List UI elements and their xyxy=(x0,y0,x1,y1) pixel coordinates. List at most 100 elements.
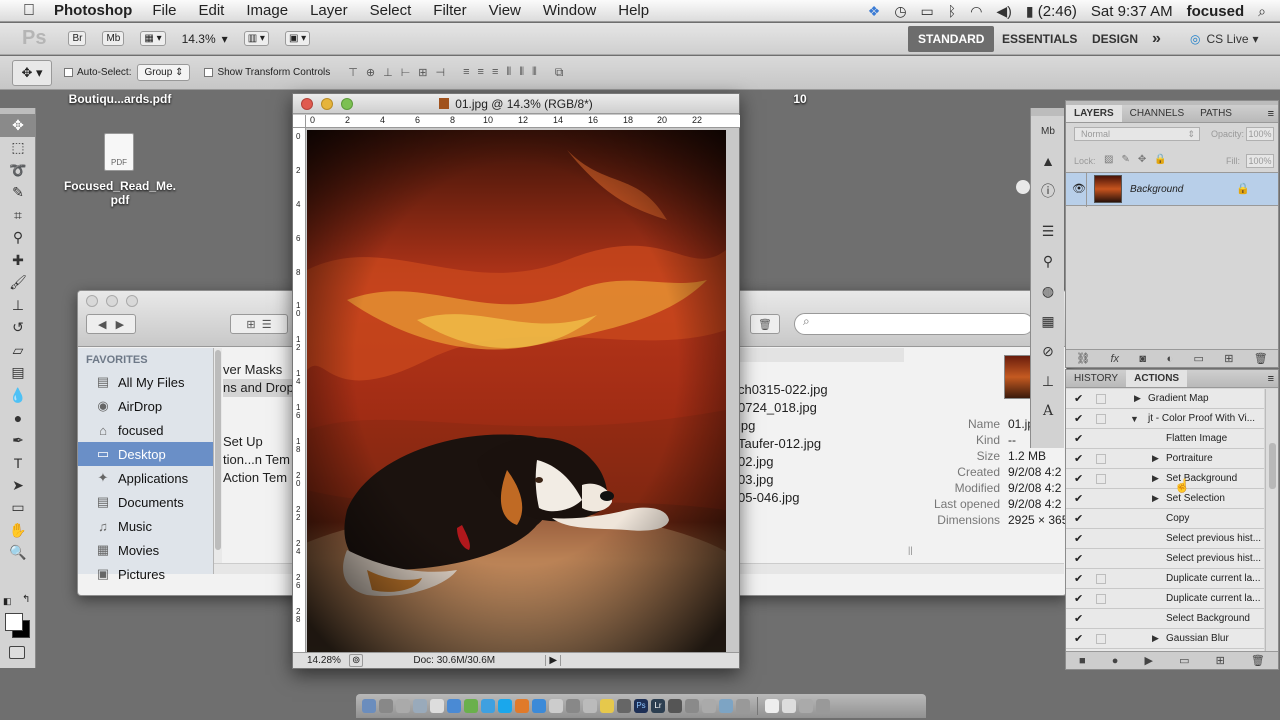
action-toggle-check-icon[interactable]: ✔ xyxy=(1074,492,1083,505)
action-toggle-check-icon[interactable]: ✔ xyxy=(1074,452,1083,465)
dodge-tool-icon[interactable]: ● xyxy=(0,407,36,430)
gradient-tool-icon[interactable]: ▤ xyxy=(0,362,36,385)
horizontal-ruler[interactable]: 0 2 4 6 8 10 12 14 16 18 20 22 xyxy=(306,115,740,128)
history-brush-tool-icon[interactable]: ↺ xyxy=(0,317,36,340)
opacity-field[interactable]: 100% xyxy=(1246,127,1274,141)
fill-field[interactable]: 100% xyxy=(1246,154,1274,168)
new-action-icon[interactable]: ⊞ xyxy=(1216,654,1225,667)
documents-stack-dock-icon[interactable] xyxy=(765,699,779,713)
list-item[interactable]: 0724_018.jpg xyxy=(738,399,828,417)
workspace-more-icon[interactable]: » xyxy=(1152,26,1161,52)
action-row[interactable]: ✔ Duplicate current la... xyxy=(1066,569,1264,589)
zoom-tool-icon[interactable]: 🔍 xyxy=(0,542,36,565)
tab-layers[interactable]: LAYERS xyxy=(1066,105,1122,122)
action-row[interactable]: ✔ Select Background xyxy=(1066,609,1264,629)
preview-dock-icon[interactable] xyxy=(549,699,563,713)
action-row[interactable]: ✔ ▶ Set Background xyxy=(1066,469,1264,489)
menu-window[interactable]: Window xyxy=(543,2,596,19)
new-set-icon[interactable]: ▭ xyxy=(1179,654,1189,667)
launchpad-dock-icon[interactable] xyxy=(379,699,393,713)
move-tool-preset-button[interactable]: ✥ ▾ xyxy=(12,59,52,86)
mini-bridge-button[interactable]: Mb xyxy=(102,31,125,46)
action-expand-icon[interactable]: ▶ xyxy=(1134,393,1141,404)
action-row[interactable]: ✔ ▼ jt - Color Proof With Vi... xyxy=(1066,409,1264,429)
new-group-icon[interactable]: ▭ xyxy=(1193,352,1203,365)
menu-edit[interactable]: Edit xyxy=(199,2,225,19)
facetime-dock-icon[interactable] xyxy=(481,699,495,713)
ruler-corner[interactable] xyxy=(293,115,306,128)
styles-icon[interactable]: ▦ xyxy=(1031,306,1065,336)
sidebar-item-music[interactable]: ♫ Music xyxy=(78,514,213,538)
action-toggle-check-icon[interactable]: ✔ xyxy=(1074,552,1083,565)
menu-file[interactable]: File xyxy=(152,2,176,19)
eraser-tool-icon[interactable]: ▱ xyxy=(0,339,36,362)
action-row[interactable]: ✔ ▶ Gaussian Blur xyxy=(1066,629,1264,649)
action-toggle-check-icon[interactable]: ✔ xyxy=(1074,392,1083,405)
doc-minimize-button[interactable] xyxy=(321,98,333,110)
crop-tool-icon[interactable]: ⌗ xyxy=(0,204,36,227)
action-expand-icon[interactable]: ▶ xyxy=(1152,493,1159,504)
sidebar-item-airdrop[interactable]: ◉ AirDrop xyxy=(78,394,213,418)
folder-stack-dock-icon[interactable] xyxy=(799,699,813,713)
move-tool-icon[interactable]: ✥ xyxy=(0,114,36,137)
list-item[interactable]: ns and Drop xyxy=(223,379,294,397)
desktop-file-boutique[interactable]: Boutiqu...ards.pdf xyxy=(60,92,180,106)
finder-dock-icon[interactable] xyxy=(362,699,376,713)
layer-visibility-eye-icon[interactable]: 👁 xyxy=(1072,182,1086,195)
lightroom-dock-icon[interactable]: Lr xyxy=(651,699,665,713)
status-menu-arrow-icon[interactable]: ▶ xyxy=(545,655,562,666)
align-hcenter-icon[interactable]: ⊞ xyxy=(418,66,427,79)
delete-action-icon[interactable]: 🗑 xyxy=(1251,654,1265,667)
list-item[interactable]: Set Up xyxy=(223,433,294,451)
menu-help[interactable]: Help xyxy=(618,2,649,19)
wifi-icon[interactable]: ◠ xyxy=(970,3,982,20)
type-tool-icon[interactable]: T xyxy=(0,452,36,475)
spotlight-icon[interactable]: ⌕ xyxy=(1258,3,1266,20)
mail-dock-icon[interactable] xyxy=(413,699,427,713)
swatches-icon[interactable]: ◍ xyxy=(1031,276,1065,306)
list-item[interactable]: 02.jpg xyxy=(738,453,828,471)
menu-app-name[interactable]: Photoshop xyxy=(54,2,132,19)
distribute-bottom-icon[interactable]: ≡ xyxy=(492,66,498,79)
screen-mode-button[interactable]: ▣ ▾ xyxy=(284,31,311,46)
bluetooth-icon[interactable]: ᛒ xyxy=(948,3,956,19)
quick-select-tool-icon[interactable]: ✎ xyxy=(0,182,36,205)
messages-dock-icon[interactable] xyxy=(464,699,478,713)
app2-dock-icon[interactable] xyxy=(719,699,733,713)
list-item[interactable] xyxy=(223,415,294,433)
brush-presets-icon[interactable]: ⊘ xyxy=(1031,336,1065,366)
align-right-icon[interactable]: ⊣ xyxy=(436,66,446,79)
list-item[interactable]: jpg xyxy=(738,417,828,435)
trash-dock-icon[interactable] xyxy=(816,699,830,713)
sidebar-item-movies[interactable]: ▦ Movies xyxy=(78,538,213,562)
histogram-icon[interactable]: ▲ xyxy=(1031,146,1065,176)
app-dock-icon[interactable] xyxy=(617,699,631,713)
bridge-button[interactable]: Br xyxy=(68,31,87,46)
arrange-documents-button[interactable]: ▥ ▾ xyxy=(243,31,269,46)
tab-channels[interactable]: CHANNELS xyxy=(1122,105,1192,122)
workspace-standard[interactable]: STANDARD xyxy=(908,26,995,52)
lock-image-icon[interactable]: ✎ xyxy=(1121,154,1137,165)
pdf-file-icon[interactable]: PDF xyxy=(104,133,134,171)
itunes-dock-icon[interactable] xyxy=(532,699,546,713)
menu-filter[interactable]: Filter xyxy=(433,2,466,19)
align-vcenter-icon[interactable]: ⊕ xyxy=(366,66,375,79)
action-toggle-check-icon[interactable]: ✔ xyxy=(1074,632,1083,645)
finder-close-button[interactable] xyxy=(86,295,98,307)
actions-scrollbar[interactable] xyxy=(1265,389,1278,651)
action-dialog-toggle[interactable] xyxy=(1096,453,1106,464)
action-toggle-check-icon[interactable]: ✔ xyxy=(1074,512,1083,525)
tab-actions[interactable]: ACTIONS xyxy=(1126,370,1188,387)
downloads-stack-dock-icon[interactable] xyxy=(782,699,796,713)
eyedropper-tool-icon[interactable]: ⚲ xyxy=(0,227,36,250)
distribute-vcenter-icon[interactable]: ≡ xyxy=(478,66,484,79)
action-dialog-toggle[interactable] xyxy=(1096,413,1106,424)
add-mask-icon[interactable]: ◙ xyxy=(1139,353,1146,365)
menu-select[interactable]: Select xyxy=(370,2,412,19)
sidebar-item-all-my-files[interactable]: ▤ All My Files xyxy=(78,370,213,394)
utility-dock-icon[interactable] xyxy=(702,699,716,713)
action-dialog-toggle[interactable] xyxy=(1096,393,1106,404)
system-prefs-dock-icon[interactable] xyxy=(396,699,410,713)
firefox-dock-icon[interactable] xyxy=(515,699,529,713)
stickies-dock-icon[interactable] xyxy=(600,699,614,713)
